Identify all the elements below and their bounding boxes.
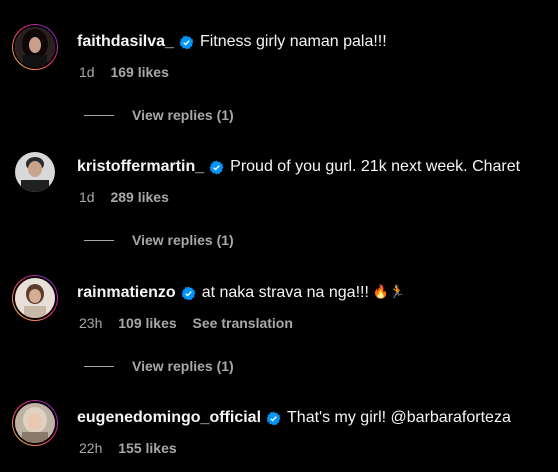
verified-badge-icon	[179, 35, 194, 49]
view-replies-label: View replies (1)	[132, 107, 234, 123]
view-replies-label: View replies (1)	[132, 232, 234, 248]
comment-text: That's my girl! @barbaraforteza	[287, 409, 511, 426]
verified-badge-icon	[209, 160, 224, 174]
reply-divider	[84, 239, 114, 241]
comment-time: 23h	[79, 315, 103, 331]
comment-meta: 1d 289 likes	[79, 188, 181, 206]
username[interactable]: kristoffermartin_	[77, 157, 204, 177]
comment-time: 22h	[79, 440, 103, 456]
see-translation-link[interactable]: See translation	[193, 315, 293, 331]
avatar[interactable]	[13, 150, 57, 194]
comment-text: at naka strava na nga!!!	[201, 284, 369, 301]
comment-meta: 22h 155 likes	[79, 439, 189, 457]
username[interactable]: rainmatienzo	[77, 283, 176, 303]
likes-count[interactable]: 155 likes	[118, 440, 176, 456]
comment-meta: 1d 169 likes	[79, 63, 181, 81]
avatar[interactable]	[13, 276, 57, 320]
username[interactable]: eugenedomingo_official	[77, 408, 261, 428]
comment-meta: 23h 109 likes See translation	[79, 314, 305, 332]
likes-count[interactable]: 109 likes	[118, 315, 176, 331]
likes-count[interactable]: 169 likes	[110, 64, 168, 80]
comment-line: faithdasilva_ Fitness girly naman pala!!…	[77, 32, 387, 52]
reply-divider	[84, 114, 114, 116]
comment-time: 1d	[79, 189, 95, 205]
comment-line: kristoffermartin_ Proud of you gurl. 21k…	[77, 157, 520, 177]
view-replies-label: View replies (1)	[132, 358, 234, 374]
comment-time: 1d	[79, 64, 95, 80]
likes-count[interactable]: 289 likes	[110, 189, 168, 205]
fire-runner-emoji: 🔥🏃	[372, 285, 406, 300]
comment-line: eugenedomingo_official That's my girl! @…	[77, 408, 511, 428]
avatar-ring[interactable]	[12, 400, 58, 446]
verified-badge-icon	[181, 286, 196, 300]
verified-badge-icon	[266, 411, 281, 425]
avatar[interactable]	[13, 25, 57, 69]
comment-text: Fitness girly naman pala!!!	[199, 33, 387, 50]
comment-line: rainmatienzo at naka strava na nga!!! 🔥🏃	[77, 283, 405, 303]
view-replies-button[interactable]: View replies (1)	[84, 232, 234, 248]
avatar-ring[interactable]	[12, 149, 58, 195]
avatar[interactable]	[13, 401, 57, 445]
avatar-ring[interactable]	[12, 24, 58, 70]
username[interactable]: faithdasilva_	[77, 32, 174, 52]
reply-divider	[84, 365, 114, 367]
avatar-ring[interactable]	[12, 275, 58, 321]
comment-text: Proud of you gurl. 21k next week. Charet	[230, 158, 521, 175]
view-replies-button[interactable]: View replies (1)	[84, 358, 234, 374]
view-replies-button[interactable]: View replies (1)	[84, 107, 234, 123]
